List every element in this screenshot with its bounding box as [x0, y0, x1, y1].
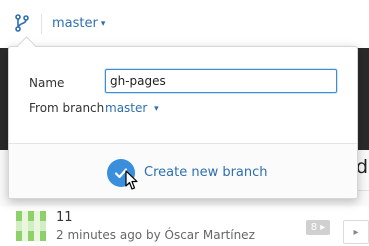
git-branch-icon	[15, 14, 29, 32]
topbar-separator	[41, 14, 42, 34]
new-branch-popover: Name From branch master ▾ Create new bra…	[8, 46, 358, 199]
commit-count-badge[interactable]: 8 ▸	[306, 220, 330, 235]
branch-name-input[interactable]	[105, 69, 337, 93]
top-bar: master ▾	[0, 0, 369, 48]
commit-title: 11	[56, 210, 73, 225]
branch-form: Name From branch master ▾	[9, 47, 357, 143]
branch-switcher-button[interactable]: master ▾	[52, 15, 105, 33]
from-branch-label: From branch	[29, 101, 105, 115]
app-window: master▾ de 11 2 minutes ago by Óscar Mar…	[0, 0, 369, 246]
current-branch-label: master	[52, 16, 98, 31]
name-label: Name	[29, 76, 65, 90]
create-branch-label: Create new branch	[144, 165, 268, 180]
side-expand-button[interactable]: ▸	[343, 220, 369, 244]
commit-meta: 2 minutes ago by Óscar Martínez	[56, 228, 255, 242]
author-avatar	[16, 211, 46, 241]
chevron-down-icon: ▾	[154, 104, 159, 114]
from-branch-dropdown[interactable]: master ▾	[105, 100, 159, 117]
chevron-down-icon: ▾	[100, 19, 106, 29]
mouse-cursor-icon	[125, 170, 138, 190]
from-branch-value: master	[105, 101, 148, 115]
